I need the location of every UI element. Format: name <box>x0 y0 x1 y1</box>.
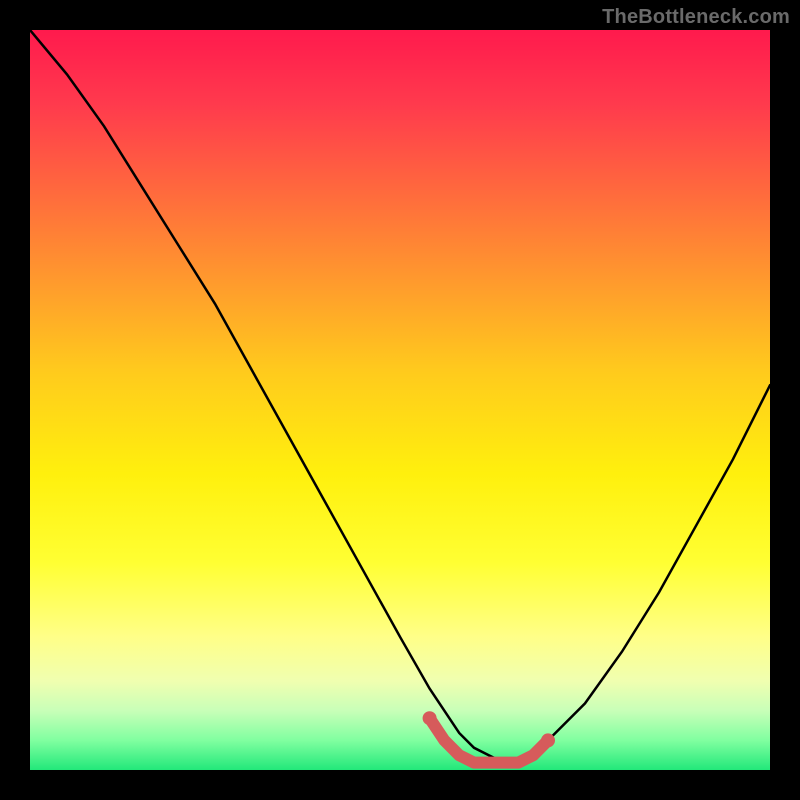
optimal-range-start-dot <box>423 711 437 725</box>
chart-svg <box>30 30 770 770</box>
bottleneck-curve <box>30 30 770 763</box>
watermark-text: TheBottleneck.com <box>602 6 790 29</box>
chart-container: TheBottleneck.com <box>0 0 800 800</box>
plot-area <box>30 30 770 770</box>
optimal-range-end-dot <box>541 733 555 747</box>
